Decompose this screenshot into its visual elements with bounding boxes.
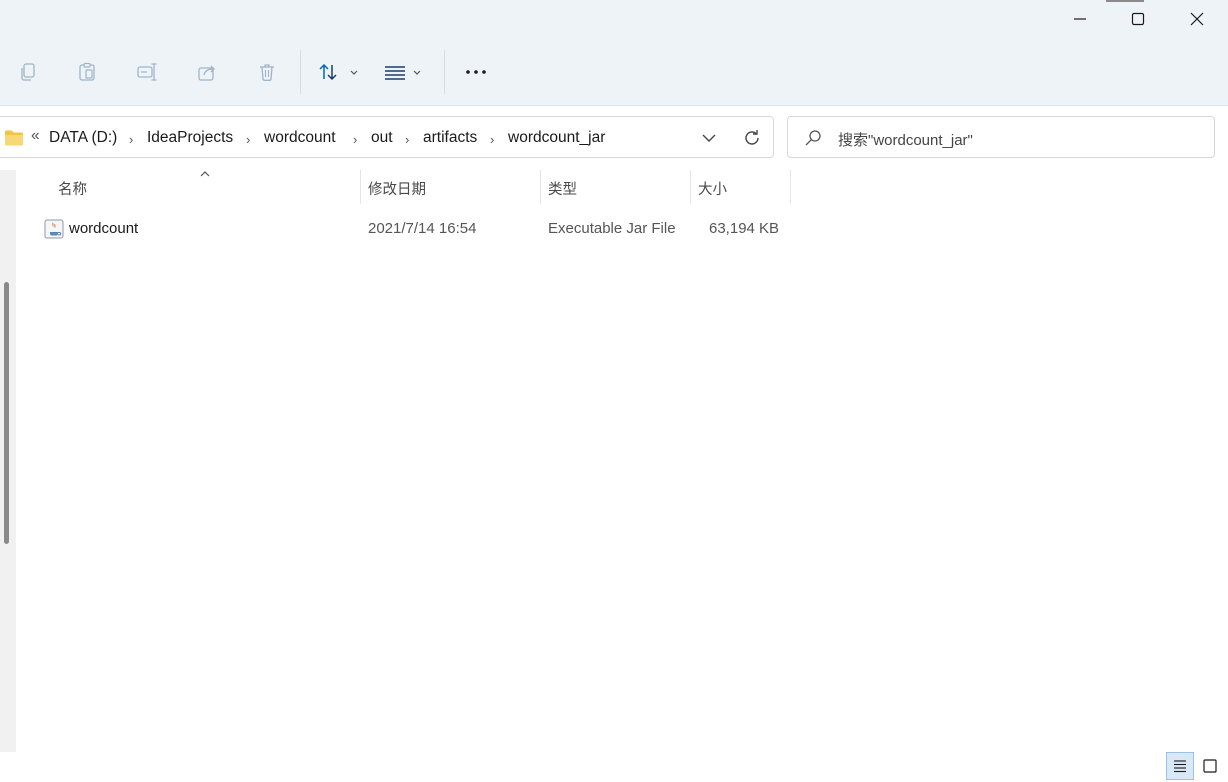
details-view-button[interactable] — [1166, 752, 1194, 780]
file-name[interactable]: wordcount — [69, 220, 138, 237]
close-icon — [1190, 12, 1204, 26]
breadcrumb-overflow[interactable]: « — [31, 127, 40, 145]
search-input[interactable]: 搜索"wordcount_jar" — [787, 116, 1215, 158]
copy-icon — [21, 63, 35, 81]
column-divider[interactable] — [690, 170, 691, 204]
paste-icon — [79, 62, 95, 81]
jar-file-icon — [44, 219, 64, 239]
title-toolbar-area — [0, 0, 1228, 106]
scrollbar-thumb[interactable] — [4, 282, 9, 544]
chevron-right-icon: › — [490, 132, 495, 147]
status-bar — [16, 752, 1228, 782]
chevron-right-icon: › — [353, 132, 358, 147]
file-modified: 2021/7/14 16:54 — [368, 220, 477, 237]
view-options-button[interactable] — [380, 54, 426, 90]
chevron-right-icon: › — [246, 132, 251, 147]
breadcrumb-item[interactable]: DATA (D:) — [49, 129, 117, 147]
delete-button[interactable] — [251, 54, 283, 90]
refresh-icon[interactable] — [742, 128, 762, 148]
large-icons-view-icon — [1203, 759, 1217, 773]
more-options-button[interactable] — [460, 54, 492, 90]
breadcrumb-item[interactable]: artifacts — [423, 129, 477, 147]
sort-button[interactable] — [316, 54, 364, 90]
column-header-size[interactable]: 大小 — [698, 178, 727, 199]
column-header-type[interactable]: 类型 — [548, 178, 577, 199]
breadcrumb-item-current[interactable]: wordcount_jar — [508, 129, 605, 147]
sort-icon — [319, 63, 358, 81]
toolbar-separator — [444, 50, 445, 94]
breadcrumb-item[interactable]: out — [371, 129, 393, 147]
rename-icon — [137, 63, 157, 81]
column-header-modified[interactable]: 修改日期 — [368, 178, 426, 199]
search-icon — [805, 130, 821, 146]
rename-button[interactable] — [131, 54, 163, 90]
more-icon — [466, 70, 486, 74]
minimize-button[interactable] — [1057, 2, 1103, 36]
breadcrumb-item[interactable]: IdeaProjects — [147, 129, 233, 147]
large-icons-view-button[interactable] — [1196, 752, 1224, 780]
chevron-right-icon: › — [405, 132, 410, 147]
maximize-button[interactable] — [1115, 2, 1161, 36]
maximize-icon — [1131, 12, 1145, 26]
search-placeholder: 搜索"wordcount_jar" — [838, 132, 973, 149]
delete-icon — [260, 64, 274, 81]
copy-button[interactable] — [12, 54, 44, 90]
share-button[interactable] — [191, 54, 223, 90]
details-view-icon — [1174, 760, 1186, 773]
folder-icon — [5, 130, 23, 146]
column-divider[interactable] — [540, 170, 541, 204]
chevron-right-icon: › — [129, 132, 134, 147]
chevron-down-icon[interactable] — [701, 132, 717, 144]
toolbar-separator — [300, 50, 301, 94]
column-header-name[interactable]: 名称 — [58, 178, 87, 199]
address-bar[interactable]: « DATA (D:) › IdeaProjects › wordcount ›… — [0, 116, 774, 158]
share-icon — [198, 65, 215, 81]
breadcrumb-item[interactable]: wordcount — [264, 129, 336, 147]
column-divider[interactable] — [790, 170, 791, 204]
close-button[interactable] — [1174, 2, 1220, 36]
minimize-icon — [1074, 18, 1086, 20]
column-divider[interactable] — [360, 170, 361, 204]
view-icon — [385, 66, 421, 80]
sort-ascending-icon — [200, 171, 210, 177]
file-type: Executable Jar File — [548, 220, 676, 237]
paste-button[interactable] — [71, 54, 103, 90]
file-size: 63,194 KB — [709, 220, 780, 237]
